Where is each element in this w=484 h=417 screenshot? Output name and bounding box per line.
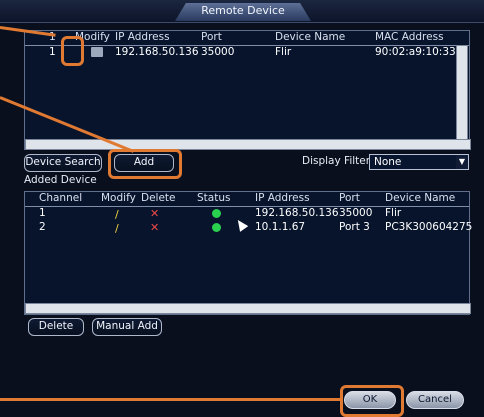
window-title: Remote Device [201, 4, 285, 17]
row-port: 35000 [201, 46, 235, 58]
device-search-button[interactable]: Device Search [24, 154, 102, 172]
column-delete: Delete [141, 192, 176, 204]
delete-icon[interactable]: ✕ [150, 221, 159, 234]
search-vertical-scrollbar[interactable] [456, 45, 468, 141]
manual-add-button[interactable]: Manual Add [92, 318, 162, 336]
table-row[interactable]: 2 / ✕ 10.1.1.67 Port 3 PC3K300604275 [25, 221, 473, 235]
row-ip-address: 10.1.1.67 [255, 221, 306, 233]
delete-icon[interactable]: ✕ [150, 207, 159, 220]
display-filter-label: Display Filter [302, 155, 371, 167]
ok-callout-line [0, 398, 340, 401]
column-port: Port [201, 31, 222, 43]
added-table-header: Channel Modify Delete Status IP Address … [25, 192, 469, 205]
row-channel: 2 [39, 221, 46, 233]
row-device-name: Flir [385, 207, 402, 219]
modify-highlight [61, 36, 84, 66]
cancel-button[interactable]: Cancel [406, 391, 464, 409]
column-mac-address: MAC Address [375, 31, 444, 43]
table-row[interactable]: 1 192.168.50.136 35000 Flir 90:02:a9:10:… [25, 46, 469, 60]
table-row[interactable]: 1 / ✕ 192.168.50.136 35000 Flir [25, 207, 469, 221]
row-port: Port 3 [339, 221, 370, 233]
status-online-icon [212, 209, 221, 218]
column-status: Status [197, 192, 231, 204]
column-ip-address: IP Address [115, 31, 170, 43]
row-device-name: Flir [275, 46, 292, 58]
column-device-name: Device Name [275, 31, 346, 43]
row-mac-address: 90:02:a9:10:33:2 [375, 46, 466, 58]
row-ip-address: 192.168.50.136 [115, 46, 199, 58]
added-device-title: Added Device [24, 174, 97, 186]
display-filter-value: None [374, 156, 402, 168]
modify-icon[interactable] [91, 47, 103, 57]
column-device-name: Device Name [385, 192, 456, 204]
edit-icon[interactable]: / [115, 208, 119, 221]
title-bar: Remote Device [0, 0, 484, 23]
column-port: Port [339, 192, 360, 204]
column-channel: Channel [39, 192, 83, 204]
chevron-down-icon: ▼ [456, 155, 468, 169]
add-highlight [108, 149, 182, 179]
row-device-name: PC3K300604275 [385, 221, 473, 233]
edit-icon[interactable]: / [115, 222, 119, 235]
column-ip-address: IP Address [255, 192, 310, 204]
search-horizontal-scrollbar[interactable] [25, 139, 471, 150]
column-modify: Modify [101, 192, 136, 204]
display-filter-select[interactable]: None ▼ [369, 154, 469, 170]
row-ip-address: 192.168.50.136 [255, 207, 339, 219]
added-horizontal-scrollbar[interactable] [25, 303, 471, 314]
row-port: 35000 [339, 207, 373, 219]
search-table-header: 1 Modify IP Address Port Device Name MAC… [25, 31, 469, 44]
delete-button[interactable]: Delete [28, 318, 84, 336]
ok-highlight [340, 385, 404, 417]
row-index: 1 [49, 46, 56, 58]
row-channel: 1 [39, 207, 46, 219]
added-device-panel: Channel Modify Delete Status IP Address … [24, 191, 473, 315]
status-online-icon [212, 223, 221, 232]
